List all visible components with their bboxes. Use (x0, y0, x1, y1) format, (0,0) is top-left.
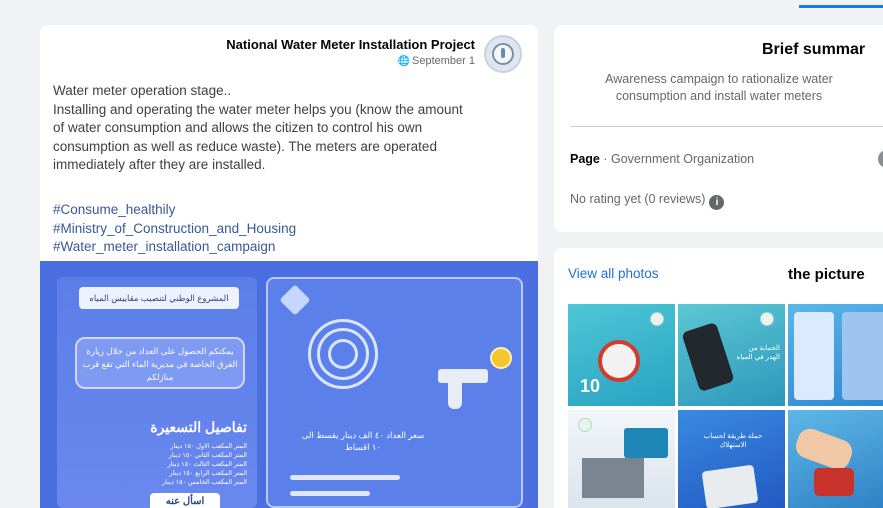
hashtag-link[interactable]: #Ministry_of_Construction_and_Housing (53, 220, 296, 239)
coin-icon (490, 347, 512, 369)
image-progress-line (290, 475, 400, 480)
logo-icon (578, 418, 592, 432)
post-text-line: immediately after they are installed. (53, 157, 266, 172)
top-nav-strip (0, 0, 883, 8)
page-avatar[interactable] (484, 35, 522, 73)
summary-description: Awareness campaign to rationalize water … (605, 72, 833, 103)
water-meter-icon (598, 340, 640, 382)
image-left-panel: المشروع الوطني لتنصيب مقاييس المياه يمكن… (57, 277, 257, 508)
post-header: National Water Meter Installation Projec… (40, 25, 538, 79)
faucet-icon (438, 369, 488, 383)
post-text-line: consumption as well as reduce waste). Th… (53, 138, 437, 154)
rating-text: No rating yet (0 reviews) (570, 192, 706, 206)
post-hashtags: #Consume_healthily #Ministry_of_Construc… (53, 201, 296, 257)
image-speech-bubble: يمكنكم الحصول على العداد من خلال زيارة ا… (75, 337, 245, 389)
photos-title: the picture (788, 266, 865, 283)
water-meter-icon (814, 468, 854, 496)
water-meter-icon (701, 464, 759, 508)
photo-thumbnail[interactable] (788, 410, 883, 508)
view-all-photos-link[interactable]: View all photos (568, 266, 659, 281)
hashtag-link[interactable]: #Water_meter_installation_campaign (53, 238, 296, 257)
image-tariff-line: المتر المكعب الاول ١٥٠ دينار (170, 443, 247, 450)
thumb-caption: حملة طريقة لحساب الاستهلاك (703, 433, 763, 449)
thumb-caption: الحماية من الهدر في المياه (736, 345, 780, 361)
logo-icon (650, 312, 664, 326)
image-right-panel: سعر العداد ٤٠ الف دينار يقسط الى ١٠ اقسا… (266, 277, 523, 508)
image-price-text: سعر العداد ٤٠ الف دينار يقسط الى ١٠ اقسا… (301, 430, 425, 452)
image-tariff-line: المتر المكعب الرابع ١٥٠ دينار (169, 470, 247, 477)
post-date-text: September 1 (412, 55, 475, 67)
page-category-row: Page · Government Organization (570, 152, 754, 166)
photo-thumbnail[interactable] (788, 304, 883, 406)
post-image[interactable]: المشروع الوطني لتنصيب مقاييس المياه يمكن… (40, 261, 538, 508)
sign-icon (624, 428, 668, 458)
post-text-line: of water consumption and allows the citi… (53, 120, 423, 135)
divider (570, 126, 883, 127)
summary-title: Brief summar (762, 41, 866, 58)
post-text-line: Water meter operation stage.. (53, 83, 232, 98)
flyer-icon (794, 312, 834, 400)
phone-icon (681, 321, 735, 393)
logo-icon (760, 312, 774, 326)
globe-icon: 🌐 (397, 56, 411, 67)
page-label: Page (570, 152, 600, 166)
rating-row: No rating yet (0 reviews) i (570, 192, 725, 210)
avatar-logo-icon (492, 43, 514, 65)
water-drop-icon (279, 284, 311, 316)
active-tab-indicator (799, 5, 883, 8)
image-tariff-line: المتر المكعب الثاني ١٥٠ دينار (168, 452, 247, 459)
page-category: · Government Organization (599, 152, 755, 166)
thumb-number: 10 (580, 376, 601, 396)
photos-card: View all photos the picture 10 الحماية م… (554, 248, 883, 508)
hand-icon (792, 425, 856, 473)
post-body-text: Water meter operation stage.. Installing… (53, 82, 523, 175)
photo-thumbnail[interactable]: 10 (568, 304, 675, 406)
info-icon[interactable]: i (709, 195, 725, 210)
house-icon (582, 458, 644, 498)
image-tariff-block: تفاصيل التسعيرة المتر المكعب الاول ١٥٠ د… (97, 419, 247, 487)
image-tariff-line: المتر المكعب الخامس ١٥٠ دينار (162, 479, 247, 486)
photo-thumbnail[interactable] (568, 410, 675, 508)
image-bottom-label: اسأل عنه (150, 493, 220, 508)
hashtag-link[interactable]: #Consume_healthily (53, 201, 296, 220)
image-tariff-title: تفاصيل التسعيرة (150, 419, 247, 435)
meter-ring-icon (328, 339, 358, 369)
photo-thumbnail[interactable]: الحماية من الهدر في المياه (678, 304, 785, 406)
post-page-name[interactable]: National Water Meter Installation Projec… (226, 37, 475, 52)
image-title-bar: المشروع الوطني لتنصيب مقاييس المياه (79, 287, 239, 309)
image-tariff-line: المتر المكعب الثالث ١٥٠ دينار (167, 461, 247, 468)
flyer-icon (842, 312, 883, 400)
image-progress-line (290, 491, 370, 496)
faucet-spout-icon (448, 383, 462, 409)
post-date[interactable]: 🌐 September 1 (398, 55, 475, 67)
brief-summary-card: Brief summar Awareness campaign to ratio… (554, 25, 883, 232)
post-card: National Water Meter Installation Projec… (40, 25, 538, 508)
post-text-line: Installing and operating the water meter… (53, 101, 463, 117)
category-icon (878, 150, 883, 168)
photo-thumbnail[interactable]: حملة طريقة لحساب الاستهلاك (678, 410, 785, 508)
